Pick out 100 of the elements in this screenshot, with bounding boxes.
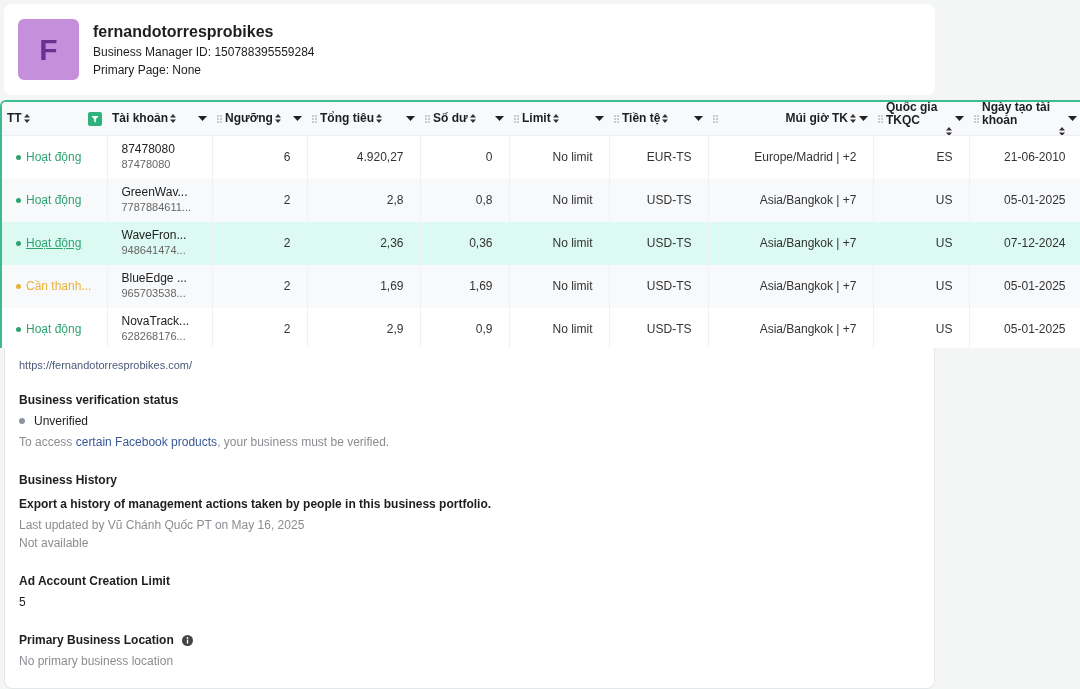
table-cell: 2 xyxy=(283,322,291,336)
sort-icon[interactable] xyxy=(1059,127,1065,135)
info-icon[interactable] xyxy=(181,634,193,646)
table-row[interactable]: Hoạt động GreenWav... 7787884611... 2 2,8 0,8 No limit USD-TS Asia/Bangkok | +7 US 05-01-2025 xyxy=(2,178,1080,222)
column-header[interactable]: Ngày tạo tài khoản xyxy=(982,102,1065,127)
location-value: No primary business location xyxy=(19,653,175,669)
sort-icon[interactable] xyxy=(662,114,669,123)
column-header[interactable]: TT xyxy=(7,112,22,125)
primary-page: Primary Page: None xyxy=(93,61,203,79)
table-cell: 0,9 xyxy=(475,322,493,336)
table-cell: 05-01-2025 xyxy=(1004,193,1066,207)
sort-icon[interactable] xyxy=(850,114,856,123)
account-name: NovaTrack... xyxy=(121,314,191,329)
account-name: 87478080 xyxy=(121,142,176,158)
verification-status: Unverified xyxy=(34,413,89,429)
column-header[interactable]: Limit xyxy=(522,112,551,125)
sort-icon[interactable] xyxy=(274,114,281,123)
sort-icon[interactable] xyxy=(376,114,382,123)
table-cell: USD-TS xyxy=(646,236,692,250)
table-cell: Asia/Bangkok | +7 xyxy=(759,193,857,207)
section-title: Ad Account Creation Limit xyxy=(19,573,171,589)
table-cell: EUR-TS xyxy=(646,150,692,165)
section-title: Primary Business Location xyxy=(19,632,174,648)
column-header[interactable]: Tổng tiêu xyxy=(320,112,374,125)
account-id: 87478080 xyxy=(121,157,172,173)
table-row[interactable]: Cần thanh... BlueEdge ... 965703538... 2 1,69 1,69 No limit USD-TS Asia/Bangkok | +7 US 05-01-2025 xyxy=(2,264,1080,308)
drag-handle-icon[interactable] xyxy=(713,114,718,123)
table-cell: 4.920,27 xyxy=(356,150,404,165)
drag-handle-icon[interactable] xyxy=(514,114,519,123)
table-cell: ES xyxy=(936,150,953,165)
table-cell: No limit xyxy=(552,279,593,293)
table-cell: No limit xyxy=(552,236,593,250)
caret-icon[interactable] xyxy=(198,116,207,121)
column-header[interactable]: Múi giờ TK xyxy=(785,112,848,125)
table-cell: US xyxy=(935,279,953,293)
drag-handle-icon[interactable] xyxy=(614,114,619,123)
table-row[interactable]: Hoạt động 87478080 87478080 6 4.920,27 0 No limit EUR-TS Europe/Madrid | +2 ES 21-06-2010 xyxy=(2,135,1080,179)
table-cell: 2 xyxy=(283,236,291,250)
sort-icon[interactable] xyxy=(946,127,952,135)
caret-icon[interactable] xyxy=(495,116,504,121)
table-cell: 6 xyxy=(283,150,291,165)
history-description: Export a history of management actions taken by people in this business portfolio. xyxy=(19,496,493,512)
table-cell: USD-TS xyxy=(646,193,692,207)
account-id: 965703538... xyxy=(121,286,187,301)
caret-icon[interactable] xyxy=(694,116,703,121)
caret-icon[interactable] xyxy=(1068,116,1077,121)
column-header[interactable]: Quốc gia TKQC xyxy=(886,102,952,127)
manager-id: Business Manager ID: 150788395559284 xyxy=(93,43,315,61)
sort-icon[interactable] xyxy=(170,114,176,123)
table-cell: US xyxy=(935,193,953,207)
table-row[interactable]: Hoạt động WaveFron... 948641474... 2 2,36 0,36 No limit USD-TS Asia/Bangkok | +7 US 07-12-2024 xyxy=(2,221,1080,265)
table-cell: No limit xyxy=(552,150,593,165)
table-row[interactable]: Hoạt động NovaTrack... 628268176... 2 2,9 0,9 No limit USD-TS Asia/Bangkok | +7 US 05-01-2025 xyxy=(2,307,1080,348)
table-cell: 1,69 xyxy=(380,279,404,293)
caret-icon[interactable] xyxy=(859,116,868,121)
limit-value: 5 xyxy=(19,594,27,610)
table-cell: 05-01-2025 xyxy=(1004,322,1066,336)
verification-note: To access certain Facebook products, your business must be verified. xyxy=(19,434,391,450)
drag-handle-icon[interactable] xyxy=(974,114,979,123)
caret-icon[interactable] xyxy=(595,116,604,121)
table-cell: 0 xyxy=(485,150,493,165)
table-cell: Asia/Bangkok | +7 xyxy=(759,279,857,293)
website-link[interactable]: https://fernandotorresprobikes.com/ xyxy=(19,358,934,372)
table-cell: USD-TS xyxy=(646,322,692,336)
account-name: GreenWav... xyxy=(121,185,189,200)
table-cell: 2,9 xyxy=(386,322,404,336)
business-avatar: F xyxy=(18,19,79,80)
column-header[interactable]: Tài khoản xyxy=(112,112,168,125)
account-id: 7787884611... xyxy=(121,200,193,215)
table-cell: 0,36 xyxy=(469,236,493,250)
caret-icon[interactable] xyxy=(406,116,415,121)
column-header[interactable]: Số dư xyxy=(433,112,468,125)
sort-icon[interactable] xyxy=(552,114,559,123)
table-cell: Asia/Bangkok | +7 xyxy=(759,322,857,336)
account-id: 628268176... xyxy=(121,329,187,344)
account-name: WaveFron... xyxy=(121,228,188,243)
table-cell: 05-01-2025 xyxy=(1004,279,1066,293)
caret-icon[interactable] xyxy=(955,116,964,121)
table-cell: No limit xyxy=(552,193,593,207)
sort-icon[interactable] xyxy=(469,114,476,123)
table-cell: 2 xyxy=(283,279,291,293)
filter-icon[interactable] xyxy=(88,111,102,126)
drag-handle-icon[interactable] xyxy=(312,114,317,123)
section-title: Business History xyxy=(19,472,119,488)
drag-handle-icon[interactable] xyxy=(217,114,222,123)
table-cell: 0,8 xyxy=(475,193,493,207)
table-cell: No limit xyxy=(552,322,593,336)
drag-handle-icon[interactable] xyxy=(425,114,430,123)
business-name: fernandotorresprobikes xyxy=(93,21,275,42)
drag-handle-icon[interactable] xyxy=(878,114,883,123)
column-header[interactable]: Tiền tệ xyxy=(622,112,661,125)
column-header[interactable]: Ngưỡng xyxy=(225,112,273,125)
table-cell: 21-06-2010 xyxy=(1004,150,1066,165)
caret-icon[interactable] xyxy=(293,116,302,121)
section-title: Business verification status xyxy=(19,392,180,408)
table-cell: US xyxy=(935,322,953,336)
sort-icon[interactable] xyxy=(23,114,30,123)
last-updated-text: Last updated by Vũ Chánh Quốc PT on May 16, 2025 xyxy=(19,517,306,533)
table-cell: USD-TS xyxy=(646,279,692,293)
table-cell: Europe/Madrid | +2 xyxy=(754,150,857,165)
